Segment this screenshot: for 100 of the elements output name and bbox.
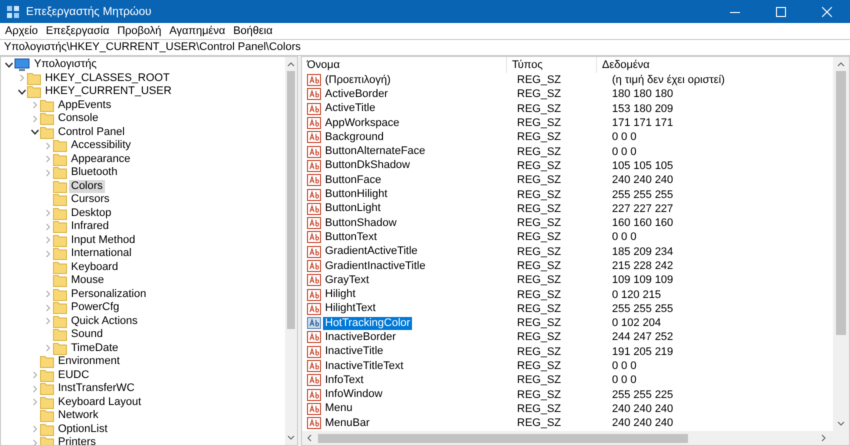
collapse-chevron-icon[interactable] [31, 128, 39, 136]
maximize-icon[interactable] [776, 6, 786, 16]
expand-chevron-icon[interactable] [31, 438, 39, 445]
value-name[interactable]: ButtonFace [323, 174, 384, 187]
tree-item[interactable]: Quick Actions [69, 314, 140, 328]
expand-chevron-icon[interactable] [44, 155, 52, 164]
scroll-thumb[interactable] [836, 71, 846, 335]
value-name[interactable]: InfoWindow [323, 388, 384, 402]
scroll-down-icon[interactable] [287, 435, 295, 441]
tree-item[interactable]: OptionList [56, 422, 110, 436]
scroll-down-icon[interactable] [837, 421, 845, 427]
scrollbar[interactable] [285, 57, 297, 445]
tree-item[interactable]: Sound [69, 328, 105, 342]
tree-item[interactable]: HKEY_CURRENT_USER [43, 85, 174, 98]
scroll-up-icon[interactable] [837, 61, 845, 67]
tree-item[interactable]: EUDC [56, 368, 92, 382]
collapse-chevron-icon[interactable] [18, 88, 26, 96]
menu-item[interactable]: Αγαπημένα [169, 25, 226, 37]
value-name[interactable]: ActiveBorder [323, 88, 390, 101]
value-name[interactable]: GradientInactiveTitle [323, 260, 428, 272]
expand-chevron-icon[interactable] [31, 101, 39, 110]
folder-icon [53, 274, 67, 288]
column-header[interactable]: Δεδομένα [597, 57, 833, 73]
value-name[interactable]: ButtonAlternateFace [323, 145, 428, 158]
value-name[interactable]: AppWorkspace [323, 116, 402, 130]
expand-chevron-icon[interactable] [44, 236, 52, 244]
value-name[interactable]: InactiveBorder [323, 330, 398, 344]
tree-item[interactable]: Cursors [69, 193, 112, 206]
expand-chevron-icon[interactable] [44, 304, 52, 312]
tree-item[interactable]: HKEY_CLASSES_ROOT [43, 72, 172, 85]
value-name[interactable]: ButtonText [323, 230, 379, 244]
tree-item[interactable]: Network [56, 409, 100, 422]
tree-item[interactable]: Keyboard Layout [56, 396, 144, 409]
scroll-thumb[interactable] [318, 434, 688, 442]
value-name[interactable]: Menu [323, 402, 355, 416]
tree-item[interactable]: Accessibility [69, 139, 133, 152]
tree-item[interactable]: Keyboard [69, 260, 120, 274]
address-field[interactable]: Υπολογιστής\HKEY_CURRENT_USER\Control Panel\Colors [0, 39, 850, 56]
value-name[interactable]: Hilight [323, 288, 358, 302]
value-name[interactable]: GradientActiveTitle [323, 245, 420, 258]
value-name[interactable]: MenuBar [323, 416, 372, 430]
tree-item[interactable]: Desktop [69, 206, 114, 220]
value-name[interactable]: HilightText [323, 302, 378, 316]
menu-item[interactable]: Βοήθεια [233, 25, 273, 37]
expand-chevron-icon[interactable] [31, 398, 39, 406]
expand-chevron-icon[interactable] [44, 344, 52, 352]
tree-item[interactable]: Printers [56, 436, 98, 445]
tree-item[interactable]: InstTransferWC [56, 382, 137, 396]
expand-chevron-icon[interactable] [31, 114, 39, 123]
tree-item[interactable]: Colors [69, 180, 105, 193]
menu-item[interactable]: Αρχείο [5, 25, 38, 37]
column-header[interactable]: Όνομα [302, 57, 507, 73]
tree-item[interactable]: Input Method [69, 234, 138, 247]
value-name[interactable]: Background [323, 130, 386, 144]
value-name[interactable]: InfoText [323, 374, 366, 387]
expand-chevron-icon[interactable] [31, 425, 39, 434]
collapse-chevron-icon[interactable] [5, 60, 13, 69]
expand-chevron-icon[interactable] [18, 74, 26, 82]
value-name[interactable]: ButtonShadow [323, 216, 399, 230]
tree-item[interactable]: PowerCfg [69, 301, 122, 314]
tree-item[interactable]: Bluetooth [69, 166, 120, 180]
expand-chevron-icon[interactable] [44, 209, 52, 218]
tree-item[interactable]: Control Panel [56, 126, 127, 139]
value-name[interactable]: InactiveTitle [323, 345, 386, 358]
expand-chevron-icon[interactable] [44, 250, 52, 258]
scroll-left-icon[interactable] [306, 434, 312, 442]
expand-chevron-icon[interactable] [44, 168, 52, 177]
scrollbar[interactable] [833, 57, 849, 431]
expand-chevron-icon[interactable] [44, 222, 52, 231]
expand-chevron-icon[interactable] [31, 371, 39, 380]
close-icon[interactable] [822, 6, 832, 16]
menu-item[interactable]: Προβολή [117, 25, 162, 37]
value-name[interactable]: HotTrackingColor [323, 316, 412, 330]
scroll-up-icon[interactable] [287, 61, 295, 67]
expand-chevron-icon[interactable] [44, 290, 52, 298]
scrollbar[interactable] [302, 431, 849, 445]
tree-item[interactable]: Infrared [69, 220, 111, 234]
value-name[interactable]: (Προεπιλογή) [323, 74, 393, 87]
tree-item[interactable]: Appearance [69, 152, 132, 166]
tree-item[interactable]: AppEvents [56, 98, 114, 112]
value-name[interactable]: ButtonHilight [323, 188, 390, 202]
tree-item[interactable]: International [69, 247, 134, 260]
value-name[interactable]: ButtonDkShadow [323, 159, 412, 172]
value-name[interactable]: ButtonLight [323, 202, 383, 216]
menu-item[interactable]: Επεξεργασία [46, 25, 110, 37]
expand-chevron-icon[interactable] [44, 317, 52, 326]
expand-chevron-icon[interactable] [44, 142, 52, 150]
value-name[interactable]: GrayText [323, 274, 372, 287]
tree-item[interactable]: Personalization [69, 288, 148, 301]
value-name[interactable]: InactiveTitleText [323, 360, 406, 373]
column-header[interactable]: Τύπος [507, 57, 597, 73]
scroll-thumb[interactable] [287, 71, 295, 329]
tree-item[interactable]: Υπολογιστής [32, 58, 99, 72]
tree-item[interactable]: Environment [56, 355, 122, 368]
scroll-right-icon[interactable] [821, 434, 827, 442]
tree-item[interactable]: TimeDate [69, 342, 120, 355]
tree-item[interactable]: Mouse [69, 274, 106, 288]
expand-chevron-icon[interactable] [31, 384, 39, 393]
tree-item[interactable]: Console [56, 112, 100, 126]
value-name[interactable]: ActiveTitle [323, 102, 378, 116]
